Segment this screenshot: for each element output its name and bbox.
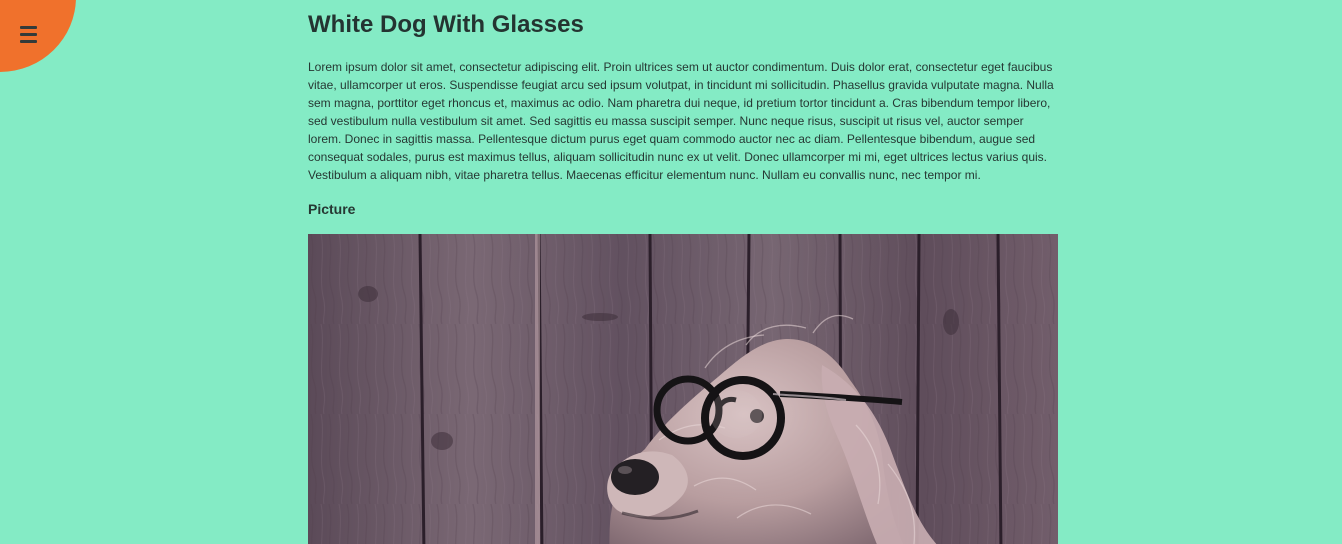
article-body-text: Lorem ipsum dolor sit amet, consectetur … [308,60,1054,182]
dog-with-glasses-illustration [308,234,1058,544]
hamburger-line-top [20,26,37,29]
dog-nose-highlight [618,466,632,474]
glasses-lens-glare [710,390,762,438]
light-fence-gap [535,234,540,544]
dog-with-glasses-picture [308,234,1058,544]
article-content: White Dog With Glasses Lorem ipsum dolor… [308,0,1058,544]
page: White Dog With Glasses Lorem ipsum dolor… [0,0,1342,544]
dog-nose [611,459,659,495]
menu-button[interactable] [12,19,46,49]
picture-section-heading: Picture [308,201,356,217]
hamburger-line-middle [20,33,37,36]
hamburger-line-bottom [20,40,37,43]
article-title: White Dog With Glasses [308,11,584,38]
